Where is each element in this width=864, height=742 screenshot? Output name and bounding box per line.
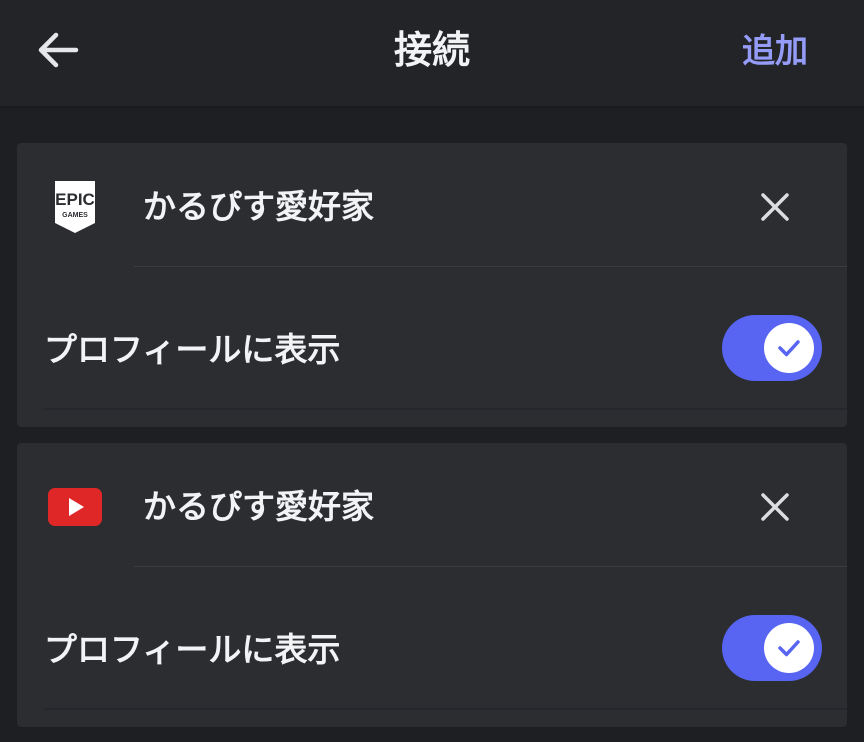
connection-account-row: EPIC GAMES かるぴす愛好家 [17,143,847,267]
account-name: かるぴす愛好家 [143,487,374,526]
youtube-icon [47,479,103,535]
epic-logo-text-bottom: GAMES [62,212,88,219]
back-button[interactable] [30,26,86,74]
show-on-profile-row: プロフィールに表示 [17,567,847,707]
show-on-profile-label: プロフィールに表示 [44,630,341,669]
remove-connection-button[interactable] [749,181,801,233]
epic-games-logo-icon: EPIC GAMES [47,179,103,235]
show-on-profile-row: プロフィールに表示 [17,267,847,407]
divider [44,708,847,710]
show-on-profile-toggle[interactable] [722,615,822,681]
remove-connection-button[interactable] [749,481,801,533]
show-on-profile-toggle[interactable] [722,315,822,381]
account-name: かるぴす愛好家 [143,187,374,226]
connection-card-youtube: かるぴす愛好家 プロフィールに表示 [17,443,847,727]
divider [44,408,847,410]
epic-logo-text-top: EPIC [55,190,95,209]
checkmark-icon [778,340,800,357]
toggle-knob [764,623,814,673]
show-on-profile-label: プロフィールに表示 [44,330,341,369]
toggle-knob [764,323,814,373]
add-connection-button[interactable]: 追加 [742,28,808,74]
connection-card-epic-games: EPIC GAMES かるぴす愛好家 プロフィールに表示 [17,143,847,427]
close-icon [761,493,789,521]
page-title: 接続 [393,28,470,72]
connection-account-row: かるぴす愛好家 [17,443,847,567]
close-icon [761,193,789,221]
arrow-left-icon [38,32,79,68]
top-bar: 接続 追加 [0,0,864,106]
checkmark-icon [778,640,800,657]
